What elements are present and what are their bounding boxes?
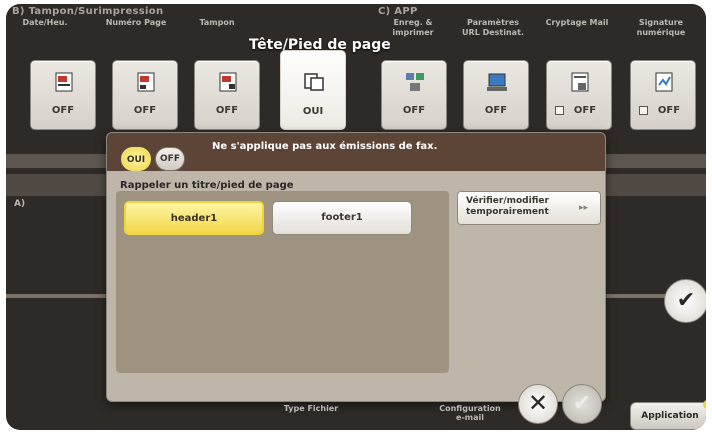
mail-encryption-icon	[571, 72, 589, 92]
section-a-label: A)	[14, 199, 26, 209]
digital-signature-status: OFF	[657, 105, 681, 116]
panel-screen: B) Tampon/Surimpression C) APP Date/Heu.…	[6, 4, 706, 430]
stamp-status: OFF	[215, 105, 239, 116]
column-label-page-number: Numéro Page	[105, 18, 167, 27]
header-footer-tile[interactable]: OUI	[280, 50, 346, 130]
column-label-url-destination: Paramètres URL Destinat.	[462, 18, 524, 37]
oui-toggle[interactable]: OUI	[121, 147, 151, 171]
email-config-label: Configuration e-mail	[439, 404, 501, 422]
off-toggle[interactable]: OFF	[155, 147, 185, 171]
url-destination-tile[interactable]: OFF	[463, 60, 529, 130]
section-title-c: C) APP	[378, 6, 418, 17]
column-label-mail-encryption: Cryptage Mail	[545, 18, 609, 27]
recall-label: Rappeler un titre/pied de page	[120, 180, 294, 191]
verify-modify-button[interactable]: Vérifier/modifier temporairement ▸▸	[457, 191, 601, 225]
mail-encryption-tile[interactable]: OFF	[546, 60, 612, 130]
header1-button[interactable]: header1	[124, 201, 264, 235]
header-footer-status: OUI	[302, 106, 324, 117]
column-label-stamp: Tampon	[199, 18, 235, 27]
save-print-tile[interactable]: OFF	[381, 60, 447, 130]
stamp-icon	[219, 72, 237, 92]
date-time-status: OFF	[51, 105, 75, 116]
header-footer-dialog: OUI OFF Ne s'applique pas aux émissions …	[106, 132, 606, 402]
mail-encryption-status: OFF	[573, 105, 597, 116]
column-label-digital-signature: Signature numérique	[636, 18, 686, 37]
stamp-tile[interactable]: OFF	[194, 60, 260, 130]
page-number-tile[interactable]: OFF	[112, 60, 178, 130]
column-label-date: Date/Heu.	[22, 18, 68, 27]
date-time-tile[interactable]: OFF	[30, 60, 96, 130]
header-footer-icon	[304, 73, 324, 91]
url-destination-status: OFF	[484, 105, 508, 116]
url-destination-icon	[487, 73, 507, 91]
file-type-label: Type Fichier	[283, 404, 339, 413]
digital-signature-icon	[655, 72, 673, 92]
digital-signature-tile[interactable]: OFF	[630, 60, 696, 130]
close-button[interactable]: ✕	[518, 384, 558, 424]
check-icon[interactable]: ✔	[664, 279, 706, 323]
fax-note: Ne s'applique pas aux émissions de fax.	[212, 141, 438, 152]
ok-button[interactable]: ✔	[562, 384, 602, 424]
application-button[interactable]: Application	[630, 400, 706, 430]
page-number-icon	[137, 72, 155, 92]
section-title-b: B) Tampon/Surimpression	[12, 6, 164, 17]
save-print-icon	[406, 73, 424, 91]
page-number-status: OFF	[133, 105, 157, 116]
verify-modify-label: Vérifier/modifier temporairement	[466, 196, 549, 217]
stamp-date-icon	[55, 72, 73, 92]
column-label-save-print: Enreg. & imprimer	[392, 18, 434, 37]
chevron-right-icon: ▸▸	[578, 203, 588, 213]
footer1-button[interactable]: footer1	[272, 201, 412, 235]
save-print-status: OFF	[402, 105, 426, 116]
